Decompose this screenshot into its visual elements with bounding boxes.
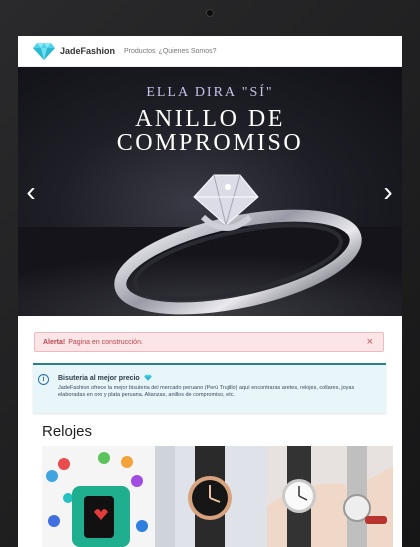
- construction-alert: Alerta! Pagina en construcción. ×: [34, 332, 384, 352]
- info-title: Bisuteria al mejor precio: [58, 374, 152, 382]
- hero-carousel: ELLA DIRA "SÍ" ANILLO DE COMPROMISO ‹ ›: [18, 67, 402, 316]
- info-alert: i Bisuteria al mejor precio JadeFashion …: [33, 363, 386, 413]
- carousel-next-button[interactable]: ›: [378, 177, 398, 207]
- alert-text: Pagina en construcción.: [68, 338, 143, 346]
- section-title-relojes: Relojes: [42, 423, 93, 440]
- diamond-logo-icon[interactable]: [33, 41, 55, 61]
- camera-icon: [206, 9, 214, 17]
- alert-close-button[interactable]: ×: [367, 336, 373, 348]
- hero-subtitle: ELLA DIRA "SÍ": [146, 85, 274, 100]
- classic-watch-product-image[interactable]: [267, 446, 393, 547]
- alert-strong: Alerta!: [43, 338, 66, 346]
- carousel-prev-button[interactable]: ‹: [21, 177, 41, 207]
- smartwatch-product-image[interactable]: [42, 446, 155, 547]
- info-icon: i: [38, 374, 49, 385]
- info-title-text: Bisuteria al mejor precio: [58, 375, 140, 382]
- hero-title-line-2: COMPROMISO: [116, 130, 304, 156]
- engagement-ring-image: [18, 174, 402, 316]
- hero-title: ANILLO DE COMPROMISO: [18, 107, 402, 155]
- diamond-icon: [143, 374, 152, 381]
- info-text: JadeFashion ofrece la mejor bisuteria de…: [58, 385, 355, 398]
- nav-link-quienes-somos[interactable]: ¿Quienes Somos?: [159, 48, 217, 55]
- navbar: JadeFashion Productos ¿Quienes Somos?: [18, 36, 402, 67]
- watch-gallery: [42, 446, 393, 547]
- screen: JadeFashion Productos ¿Quienes Somos? EL…: [18, 36, 402, 547]
- hero-title-line-1: ANILLO DE: [135, 106, 285, 132]
- nav-link-productos[interactable]: Productos: [124, 48, 156, 55]
- brand-name[interactable]: JadeFashion: [60, 46, 115, 56]
- leather-watch-product-image[interactable]: [155, 446, 267, 547]
